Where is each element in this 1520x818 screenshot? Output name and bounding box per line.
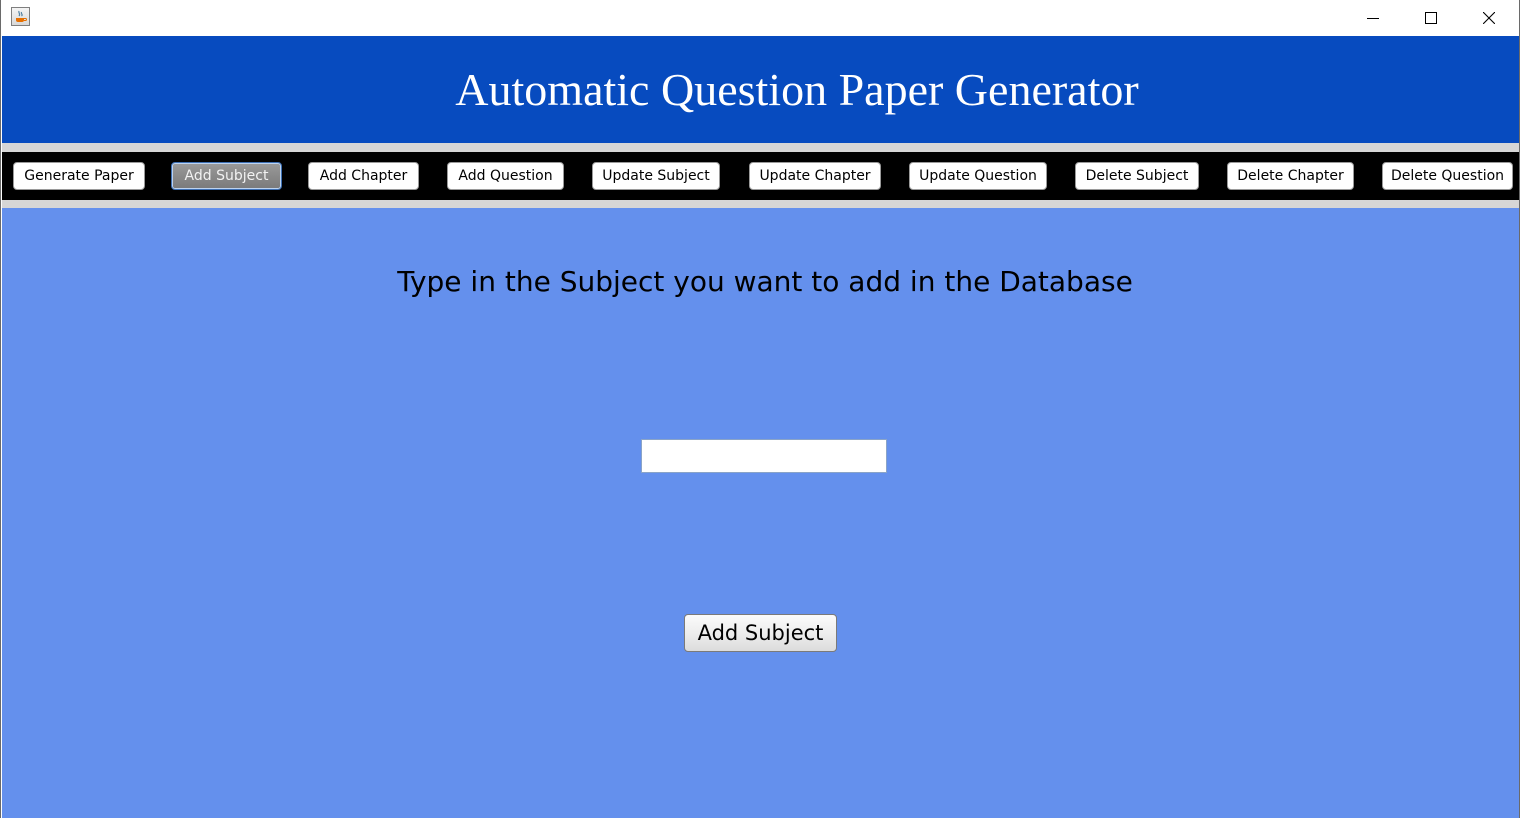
app-title: Automatic Question Paper Generator: [455, 64, 1139, 115]
nav-bar: Generate Paper Add Subject Add Chapter A…: [2, 152, 1519, 200]
nav-update-question-button[interactable]: Update Question: [909, 162, 1047, 190]
subject-name-input[interactable]: [641, 439, 887, 473]
maximize-button[interactable]: [1402, 0, 1460, 35]
title-bar[interactable]: [1, 0, 1519, 35]
java-app-icon[interactable]: [11, 7, 30, 26]
main-panel: Type in the Subject you want to add in t…: [2, 208, 1519, 818]
nav-delete-subject-button[interactable]: Delete Subject: [1075, 162, 1199, 190]
minimize-button[interactable]: [1344, 0, 1402, 35]
maximize-icon: [1425, 11, 1437, 24]
nav-add-question-button[interactable]: Add Question: [447, 162, 564, 190]
nav-divider-bottom: [2, 200, 1519, 208]
nav-update-chapter-button[interactable]: Update Chapter: [749, 162, 881, 190]
nav-add-subject-button[interactable]: Add Subject: [171, 162, 282, 190]
nav-delete-question-button[interactable]: Delete Question: [1382, 162, 1513, 190]
nav-update-subject-button[interactable]: Update Subject: [592, 162, 720, 190]
nav-generate-paper-button[interactable]: Generate Paper: [13, 162, 145, 190]
close-icon: [1483, 11, 1495, 24]
close-button[interactable]: [1460, 0, 1518, 35]
minimize-icon: [1367, 17, 1379, 19]
nav-delete-chapter-button[interactable]: Delete Chapter: [1227, 162, 1354, 190]
add-subject-submit-button[interactable]: Add Subject: [684, 614, 837, 652]
nav-divider-top: [2, 143, 1519, 152]
instruction-text: Type in the Subject you want to add in t…: [397, 265, 1133, 298]
nav-add-chapter-button[interactable]: Add Chapter: [308, 162, 419, 190]
app-window: Automatic Question Paper Generator Gener…: [0, 0, 1520, 818]
header-banner: Automatic Question Paper Generator: [2, 36, 1519, 143]
